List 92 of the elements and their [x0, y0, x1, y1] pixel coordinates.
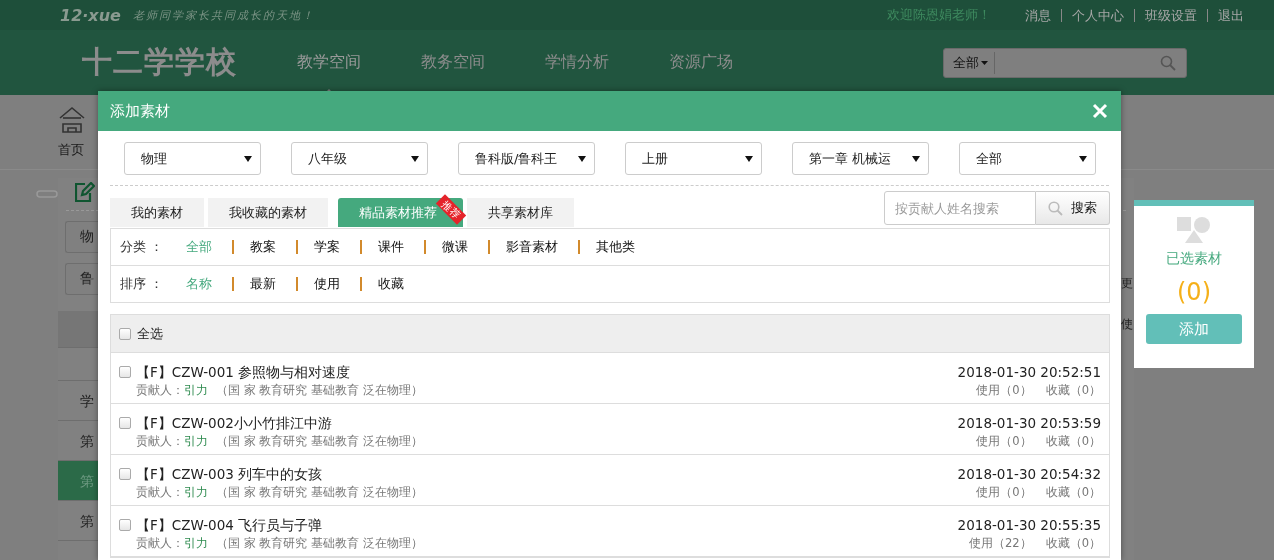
upload-date: 2018-01-30 20:52:51	[957, 363, 1101, 382]
column-label: 使	[1121, 316, 1134, 333]
header-link[interactable]: 消息	[1015, 8, 1061, 22]
contributor-label: 贡献人：	[136, 383, 184, 397]
contributor-label: 贡献人：	[136, 536, 184, 550]
caret-icon	[981, 60, 988, 65]
slogan: 老师同学家长共同成长的天地！	[132, 7, 315, 23]
contributor-org: （国 家 教育研究 基础教育 泛在物理）	[216, 485, 423, 499]
contributor-label: 贡献人：	[136, 434, 184, 448]
caret-icon	[578, 155, 586, 162]
filter-option[interactable]: 最新	[250, 275, 276, 293]
edit-icon	[75, 182, 95, 202]
select-all-label: 全选	[137, 324, 163, 343]
contributor-label: 贡献人：	[136, 485, 184, 499]
filter-option[interactable]: 学案	[314, 238, 340, 256]
school-name: 十二学学校	[82, 43, 237, 81]
use-count: 使用（0）	[976, 433, 1032, 449]
checkbox[interactable]	[119, 366, 131, 378]
search-icon	[1160, 54, 1176, 71]
use-count: 使用（0）	[976, 382, 1032, 398]
shapes-icon	[1177, 216, 1211, 244]
contributor-link[interactable]: 引力	[184, 536, 208, 550]
use-count: 使用（22）	[969, 535, 1032, 551]
header-link[interactable]: 班级设置	[1134, 8, 1207, 22]
favorite-count: 收藏（0）	[1045, 484, 1101, 500]
favorite-count: 收藏（0）	[1045, 433, 1101, 449]
header-link[interactable]: 个人中心	[1061, 8, 1134, 22]
contributor-org: （国 家 教育研究 基础教育 泛在物理）	[216, 434, 423, 448]
material-title[interactable]: 【F】CZW-003 列车中的女孩	[136, 465, 958, 484]
nav-tab[interactable]: 资源广场	[639, 30, 763, 95]
filter-button[interactable]: 物	[65, 221, 98, 253]
caret-icon	[1079, 155, 1087, 162]
caret-icon	[745, 155, 753, 162]
upload-date: 2018-01-30 20:54:32	[957, 465, 1101, 484]
contributor-link[interactable]: 引力	[184, 434, 208, 448]
checkbox[interactable]	[119, 468, 131, 480]
filter-option[interactable]: 收藏	[378, 275, 404, 293]
search-icon	[1048, 200, 1063, 216]
nav-tab[interactable]: 学情分析	[515, 30, 639, 95]
search-button[interactable]: 搜索	[1036, 191, 1110, 225]
dropdown[interactable]: 上册	[625, 142, 762, 175]
nav-tab[interactable]: 教务空间	[391, 30, 515, 95]
dropdown[interactable]: 鲁科版/鲁科王	[458, 142, 595, 175]
checkbox[interactable]	[119, 417, 131, 429]
filter-option[interactable]: 教案	[250, 238, 276, 256]
close-icon	[1091, 102, 1109, 120]
selected-count: (0)	[1177, 278, 1211, 306]
checkbox[interactable]	[119, 327, 131, 340]
filter-option[interactable]: 微课	[442, 238, 468, 256]
filter-button[interactable]: 鲁	[65, 263, 98, 295]
filter-option[interactable]: 名称	[186, 275, 212, 293]
material-title[interactable]: 【F】CZW-002小小竹排江中游	[136, 414, 958, 433]
filter-option[interactable]: 使用	[314, 275, 340, 293]
filter-option[interactable]: 课件	[378, 238, 404, 256]
dropdown[interactable]: 八年级	[291, 142, 428, 175]
caret-icon	[244, 155, 252, 162]
tab[interactable]: 我的素材	[110, 198, 204, 227]
favorite-count: 收藏（0）	[1045, 382, 1101, 398]
search-field[interactable]: 按贡献人姓名搜索	[884, 191, 1036, 225]
logo: 12·xue	[60, 5, 121, 25]
filter-label: 分类 ：	[120, 238, 165, 256]
favorite-count: 收藏（0）	[1045, 535, 1101, 551]
filter-label: 排序 ：	[120, 275, 165, 293]
dropdown[interactable]: 全部	[959, 142, 1096, 175]
upload-date: 2018-01-30 20:53:59	[957, 414, 1101, 433]
contributor-link[interactable]: 引力	[184, 383, 208, 397]
checkbox[interactable]	[119, 519, 131, 531]
tab[interactable]: 我收藏的素材	[208, 198, 328, 227]
search-field[interactable]: 全部	[943, 47, 1187, 78]
use-count: 使用（0）	[976, 484, 1032, 500]
caret-icon	[411, 155, 419, 162]
material-title[interactable]: 【F】CZW-004 飞行员与子弹	[136, 516, 958, 535]
contributor-link[interactable]: 引力	[184, 485, 208, 499]
contributor-org: （国 家 教育研究 基础教育 泛在物理）	[216, 383, 423, 397]
caret-icon	[912, 155, 920, 162]
dialog-title: 添加素材	[110, 101, 170, 121]
filter-option[interactable]: 影音素材	[506, 238, 558, 256]
dropdown[interactable]: 物理	[124, 142, 261, 175]
scope-dropdown[interactable]: 全部	[944, 51, 995, 74]
contributor-org: （国 家 教育研究 基础教育 泛在物理）	[216, 536, 423, 550]
column-label: 更	[1121, 275, 1134, 292]
header-link[interactable]: 退出	[1207, 8, 1254, 22]
close-button[interactable]	[1091, 102, 1109, 120]
tab[interactable]: 共享素材库	[467, 198, 574, 227]
home-icon	[58, 105, 86, 135]
dropdown[interactable]: 第一章 机械运	[792, 142, 929, 175]
filter-option[interactable]: 其他类	[596, 238, 635, 256]
upload-date: 2018-01-30 20:55:35	[957, 516, 1101, 535]
home-link[interactable]: 首页	[58, 141, 84, 159]
filter-option[interactable]: 全部	[186, 238, 212, 256]
selected-label: 已选素材	[1166, 250, 1222, 268]
material-title[interactable]: 【F】CZW-001 参照物与相对速度	[136, 363, 958, 382]
